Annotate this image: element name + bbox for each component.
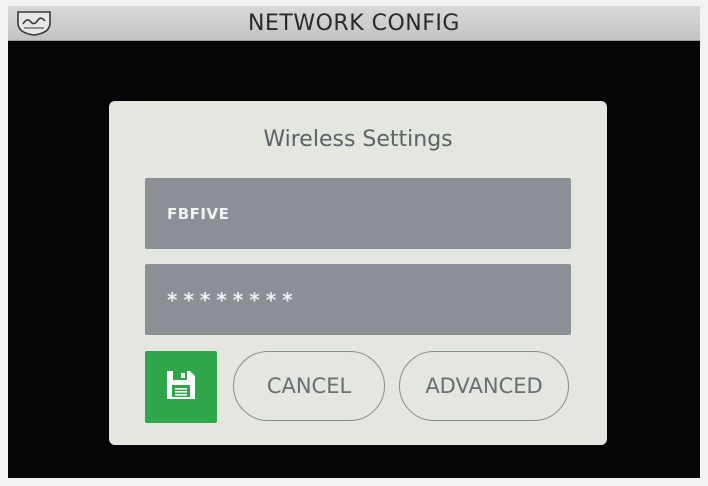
save-floppy-icon [164,368,198,406]
advanced-button[interactable]: ADVANCED [399,351,569,421]
password-field[interactable]: ******** [145,264,571,335]
title-bar: NETWORK CONFIG [8,6,700,41]
wireless-settings-dialog: Wireless Settings FBFIVE ******** CANCEL… [109,101,607,445]
cancel-button[interactable]: CANCEL [233,351,385,421]
page-title: NETWORK CONFIG [248,11,460,36]
dialog-title: Wireless Settings [263,127,453,152]
save-button[interactable] [145,351,217,423]
ssid-field[interactable]: FBFIVE [145,178,571,249]
device-screen: NETWORK CONFIG Wireless Settings FBFIVE … [8,6,700,478]
